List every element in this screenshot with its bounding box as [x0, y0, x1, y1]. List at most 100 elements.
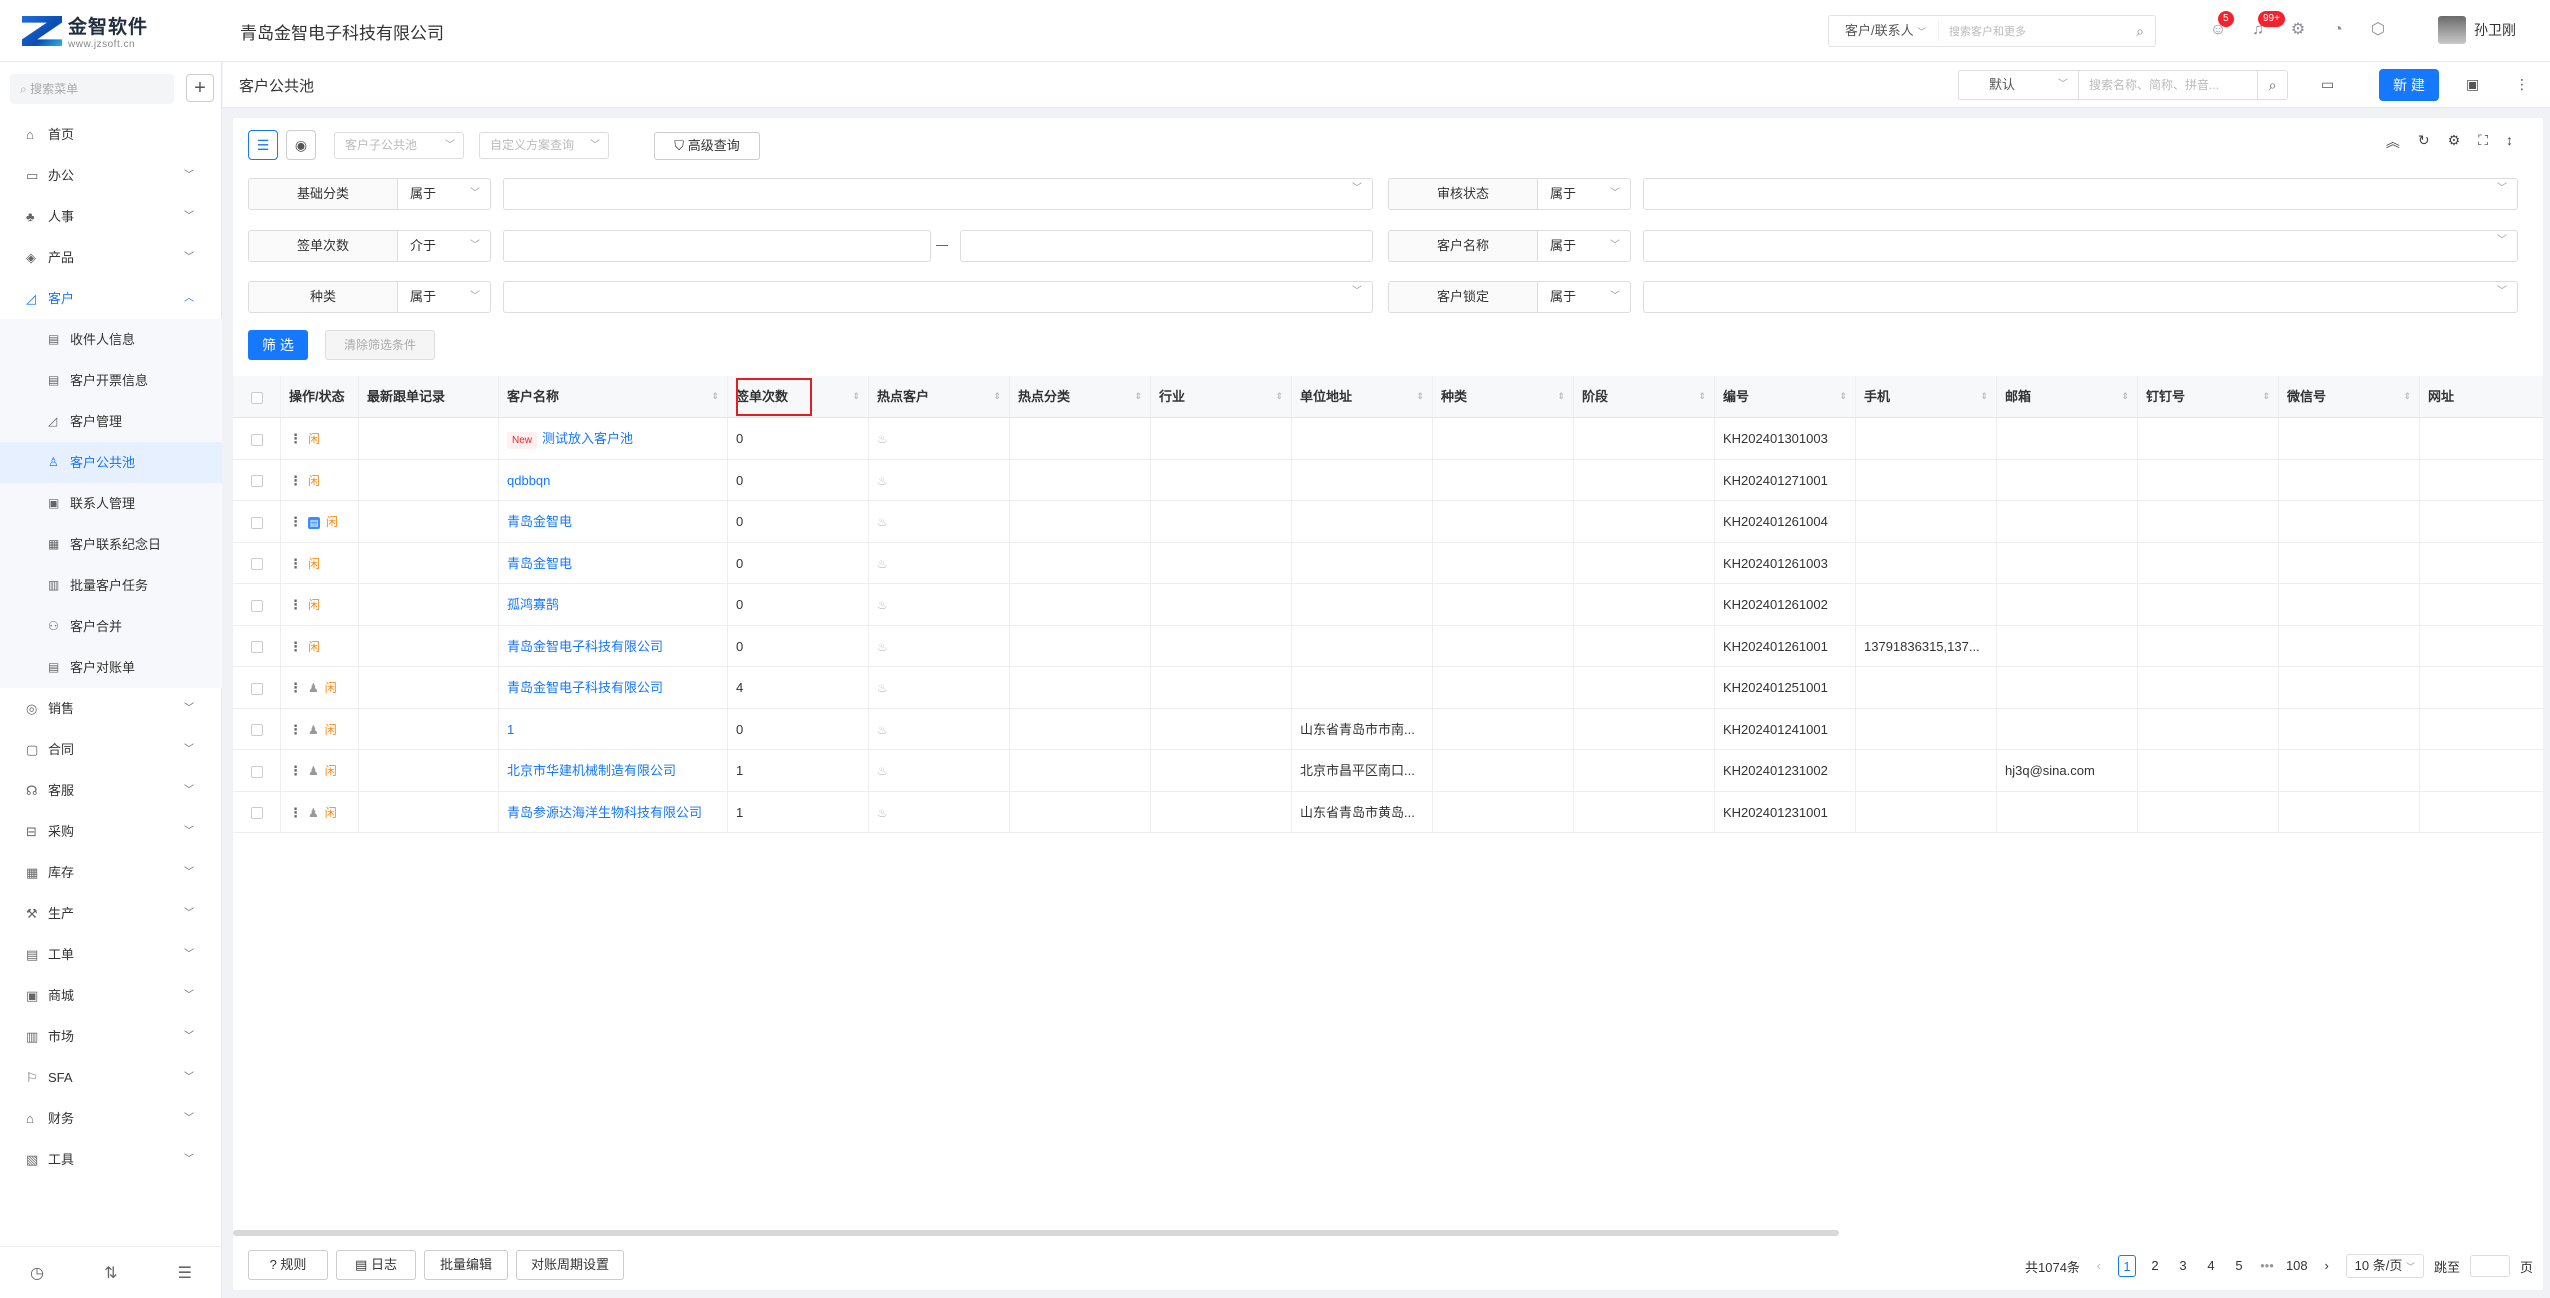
customer-name-link[interactable]: 1 — [507, 722, 514, 737]
customer-name-link[interactable]: qdbbqn — [507, 473, 550, 488]
sort-icon[interactable]: ⇕ — [1416, 376, 1424, 417]
customer-name-link[interactable]: 青岛参源达海洋生物科技有限公司 — [507, 805, 702, 820]
select-all-checkbox[interactable] — [233, 376, 281, 417]
sidebar-item-statement[interactable]: ▤ 客户对账单 — [0, 647, 222, 688]
filter-operator-select[interactable]: 介于 ﹀ — [397, 230, 491, 262]
cell-customer-name[interactable]: 1 — [499, 708, 728, 749]
page-ellipsis[interactable]: ••• — [2258, 1255, 2276, 1277]
filter-operator-select[interactable]: 属于 ﹀ — [1537, 230, 1631, 262]
sidebar-item-inventory[interactable]: ▦ 库存 ﹀ — [0, 852, 222, 893]
logo[interactable]: 金智软件 www.jzsoft.cn — [22, 12, 148, 50]
table-row[interactable]: ⋮ 闲青岛金智电子科技有限公司 0 ♨ KH202401261001 1379183631… — [233, 625, 2543, 667]
flame-icon[interactable]: ♨ — [877, 598, 888, 612]
next-page-icon[interactable]: › — [2318, 1255, 2336, 1277]
col-header[interactable]: 热点客户 ⇕ — [869, 376, 1010, 417]
row-checkbox[interactable] — [233, 542, 281, 583]
settings-icon[interactable]: ⚙ — [2288, 20, 2308, 40]
customer-name-link[interactable]: 青岛金智电 — [507, 514, 572, 529]
row-actions[interactable]: ⋮ 闲 — [281, 418, 359, 459]
sidebar-item-purchase[interactable]: ⊟ 采购 ﹀ — [0, 811, 222, 852]
refresh-icon[interactable]: ↻ — [2418, 132, 2430, 152]
filter-operator-select[interactable]: 属于 ﹀ — [1537, 281, 1631, 313]
sort-icon[interactable]: ⇕ — [1275, 376, 1283, 417]
range-max-input[interactable] — [960, 230, 1373, 262]
sidebar-item-batch-task[interactable]: ▥ 批量客户任务 — [0, 565, 222, 606]
row-actions[interactable]: ⋮ ♟ 闲 — [281, 667, 359, 708]
filter-operator-select[interactable]: 属于 ﹀ — [397, 178, 491, 210]
sort-icon[interactable]: ⇕ — [852, 376, 860, 417]
cell-hot-customer[interactable]: ♨ — [869, 791, 1010, 832]
more-icon[interactable]: ⋮ — [289, 680, 302, 695]
customer-name-link[interactable]: 青岛金智电子科技有限公司 — [507, 639, 663, 654]
sidebar-item-home[interactable]: ⌂ 首页 — [0, 114, 222, 155]
row-checkbox[interactable] — [233, 667, 281, 708]
col-header[interactable]: 客户名称 ⇕ — [499, 376, 728, 417]
table-row[interactable]: ⋮ 闲孤鸿寡鹄 0 ♨ KH202401261002 — [233, 584, 2543, 626]
row-checkbox[interactable] — [233, 791, 281, 832]
search-icon[interactable]: ⌕ — [2258, 70, 2288, 100]
row-actions[interactable]: ⋮ ♟ 闲 — [281, 750, 359, 791]
sort-icon[interactable]: ⇕ — [1980, 376, 1988, 417]
sidebar-item-hr[interactable]: ♣ 人事 ﹀ — [0, 196, 222, 237]
history-icon[interactable]: ◷ — [30, 1263, 44, 1283]
row-actions[interactable]: ⋮ 闲 — [281, 542, 359, 583]
cell-hot-customer[interactable]: ♨ — [869, 584, 1010, 625]
collapse-up-icon[interactable]: ︽ — [2386, 132, 2400, 152]
cell-customer-name[interactable]: 青岛金智电子科技有限公司 — [499, 625, 728, 666]
sort-icon[interactable]: ⇕ — [1134, 376, 1142, 417]
more-icon[interactable]: ⋮ — [289, 763, 302, 778]
horizontal-scrollbar[interactable] — [233, 1230, 1839, 1236]
row-actions[interactable]: ⋮ 闲 — [281, 459, 359, 500]
scheme-select[interactable]: 自定义方案查询 ﹀ — [479, 132, 609, 159]
monitor-icon[interactable]: ▭ — [2321, 76, 2334, 93]
more-icon[interactable]: ⋮ — [289, 431, 302, 446]
cell-hot-customer[interactable]: ♨ — [869, 542, 1010, 583]
row-actions[interactable]: ⋮ ▤ 闲 — [281, 501, 359, 542]
sidebar-item-sales[interactable]: ◎ 销售 ﹀ — [0, 688, 222, 729]
filter-value-select[interactable]: ﹀ — [1643, 178, 2518, 210]
more-icon[interactable]: ⋮ — [289, 639, 302, 654]
customer-name-link[interactable]: 青岛金智电子科技有限公司 — [507, 680, 663, 695]
customer-name-link[interactable]: 青岛金智电 — [507, 556, 572, 571]
new-button[interactable]: 新 建 — [2379, 69, 2439, 101]
sort-icon[interactable]: ⇕ — [2262, 376, 2270, 417]
page-search-input[interactable]: 搜索名称、简称、拼音... — [2078, 70, 2258, 100]
list-view-icon[interactable]: ☰ — [248, 130, 278, 160]
sidebar-item-finance[interactable]: ⌂ 财务 ﹀ — [0, 1098, 222, 1139]
fullscreen-icon[interactable]: ⛶ — [2478, 132, 2488, 152]
cell-hot-customer[interactable]: ♨ — [869, 625, 1010, 666]
col-header[interactable]: 行业 ⇕ — [1151, 376, 1292, 417]
flame-icon[interactable]: ♨ — [877, 640, 888, 654]
cell-customer-name[interactable]: 青岛金智电 — [499, 501, 728, 542]
cell-hot-customer[interactable]: ♨ — [869, 501, 1010, 542]
sidebar-item-recipients[interactable]: ▤ 收件人信息 — [0, 319, 222, 360]
view-select[interactable]: 默认 ﹀ — [1958, 70, 2078, 100]
row-checkbox[interactable] — [233, 584, 281, 625]
page-4[interactable]: 4 — [2202, 1255, 2220, 1277]
flame-icon[interactable]: ♨ — [877, 474, 888, 488]
cell-customer-name[interactable]: New 测试放入客户池 — [499, 418, 728, 459]
cell-hot-customer[interactable]: ♨ — [869, 667, 1010, 708]
search-scope-select[interactable]: 客户/联系人 ﹀ — [1829, 21, 1939, 41]
table-row[interactable]: ⋮ ♟ 闲 1 0 ♨ 山东省青岛市市南... KH202401241001 — [233, 708, 2543, 750]
filter-value-select[interactable]: ﹀ — [1643, 281, 2518, 313]
add-menu-button[interactable]: + — [186, 74, 214, 102]
table-row[interactable]: ⋮ ♟ 闲 青岛参源达海洋生物科技有限公司 1 ♨ 山东省青岛市黄岛... KH2024012… — [233, 791, 2543, 833]
collapse-menu-icon[interactable]: ☰ — [178, 1263, 192, 1283]
flame-icon[interactable]: ♨ — [877, 432, 888, 446]
map-pin-icon[interactable]: ◉ — [286, 130, 316, 160]
table-row[interactable]: ⋮ 闲 qdbbqn 0 ♨ KH202401271001 — [233, 459, 2543, 501]
sidebar-item-tools[interactable]: ▧ 工具 ﹀ — [0, 1139, 222, 1180]
bell-icon[interactable]: ♫ 99+ — [2248, 11, 2285, 40]
flame-icon[interactable]: ♨ — [877, 764, 888, 778]
more-icon[interactable]: ⋮ — [289, 805, 302, 820]
sort-icon[interactable]: ⇕ — [711, 376, 719, 417]
sidebar-item-contract[interactable]: ▢ 合同 ﹀ — [0, 729, 222, 770]
advanced-query-button[interactable]: ⛉ 高级查询 — [654, 132, 760, 160]
sidebar-item-customer[interactable]: ◿ 客户 ︿ — [0, 278, 222, 319]
pool-select[interactable]: 客户子公共池 ﹀ — [334, 132, 464, 159]
sidebar-item-production[interactable]: ⚒ 生产 ﹀ — [0, 893, 222, 934]
sidebar-item-market[interactable]: ▥ 市场 ﹀ — [0, 1016, 222, 1057]
sort-icon[interactable]: ⇕ — [2121, 376, 2129, 417]
user-menu[interactable]: 孙卫刚 — [2438, 16, 2516, 44]
